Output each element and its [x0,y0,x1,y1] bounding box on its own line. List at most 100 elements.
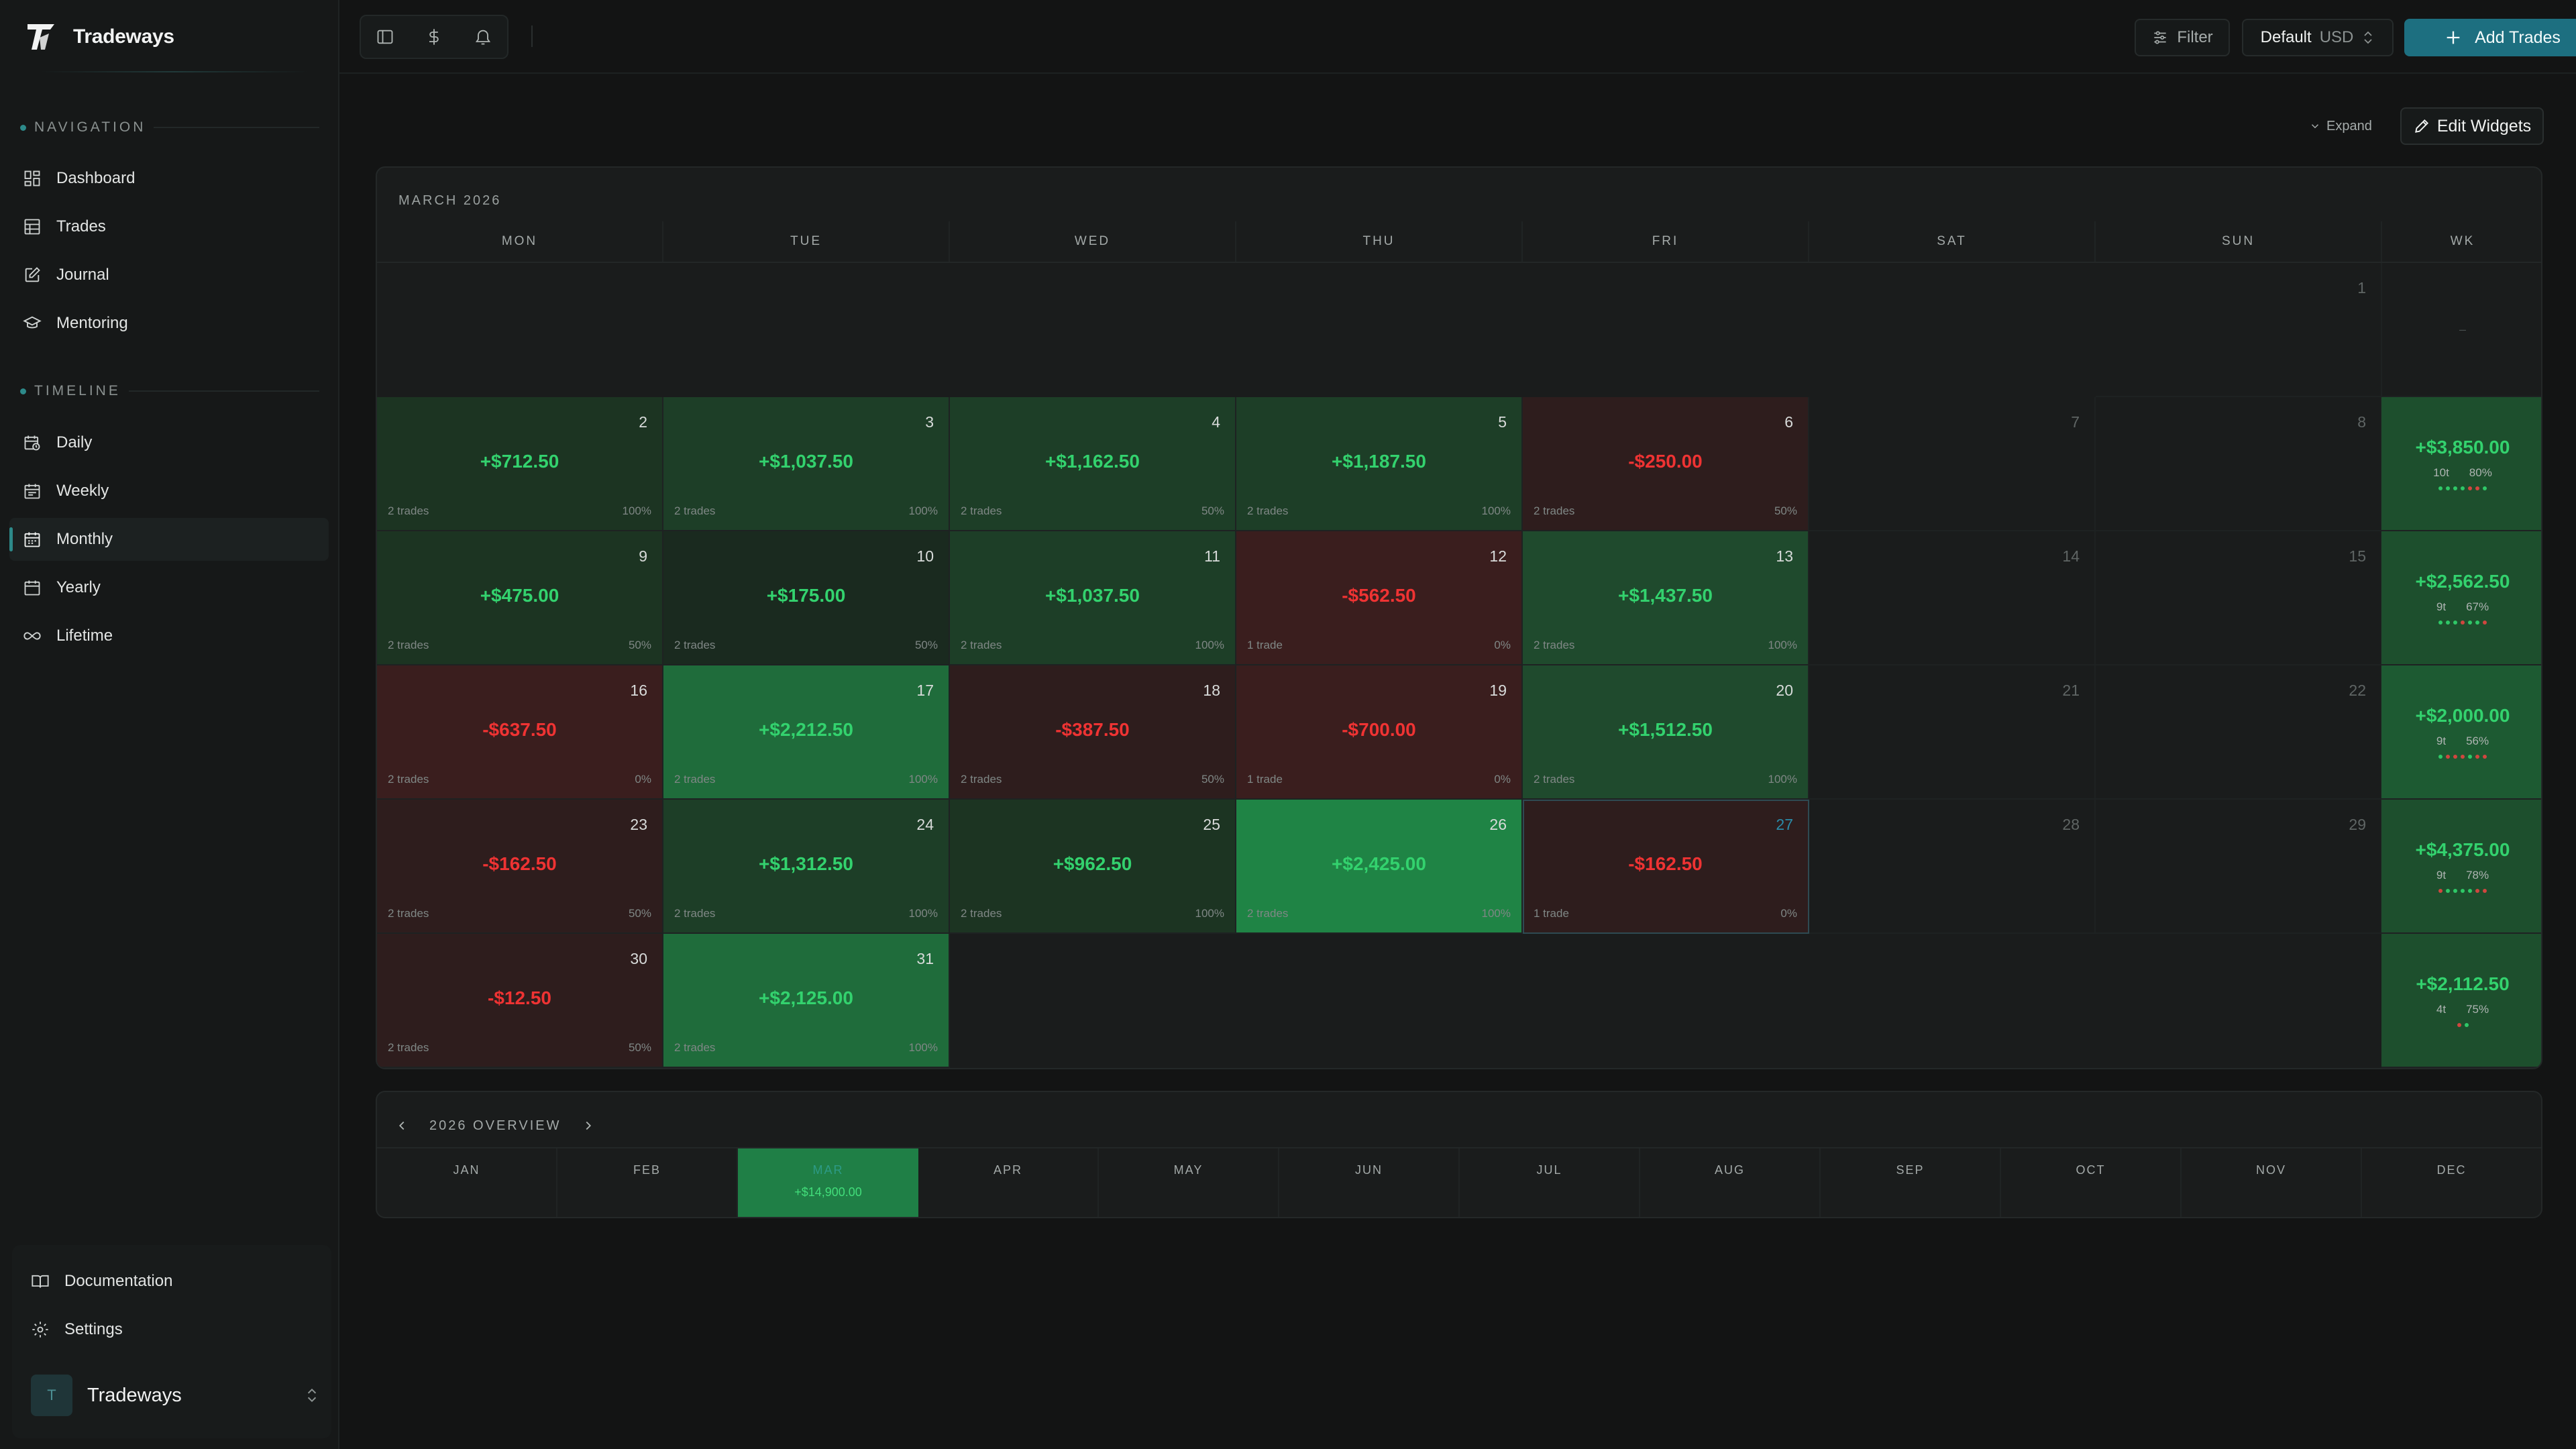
calendar-day-cell[interactable]: 31 +$2,125.00 2 trades 100% [663,934,950,1068]
day-number: 14 [2062,547,2080,565]
toolbar-group [360,15,508,59]
monthly-calendar: MARCH 2026 MON TUE WED THU FRI SAT SUN WK 1 – 2 +$… [376,166,2542,1069]
calendar-day-cell[interactable]: 27 -$162.50 1 trade 0% [1523,800,1809,934]
trade-result-dot [2461,621,2465,625]
calendar-day-cell[interactable]: 19 -$700.00 1 trade 0% [1236,665,1523,800]
calendar-day-cell[interactable]: 11 +$1,037.50 2 trades 100% [950,531,1236,665]
overview-month[interactable]: MAY [1099,1148,1279,1217]
week-summary-cell[interactable]: +$4,375.00 9t 78% [2381,800,2541,934]
account-select[interactable]: Default USD [2242,19,2394,56]
overview-month[interactable]: FEB [557,1148,738,1217]
trade-result-dot [2446,621,2450,625]
week-summary-cell[interactable]: – [2381,263,2541,397]
brand[interactable]: Tradeways [25,20,174,54]
calendar-day-cell[interactable]: 14 [1809,531,2096,665]
add-trades-label: Add Trades [2475,28,2561,47]
sidebar-item-label: Daily [56,433,93,451]
calendar-day-cell[interactable]: 13 +$1,437.50 2 trades 100% [1523,531,1809,665]
overview-month[interactable]: NOV [2182,1148,2362,1217]
sidebar-item-documentation[interactable]: Documentation [31,1263,172,1300]
calendar-day-cell[interactable]: 5 +$1,187.50 2 trades 100% [1236,397,1523,531]
sidebar-item-daily[interactable]: Daily [9,421,329,464]
day-win-rate: 100% [908,1041,938,1054]
calendar-day-cell[interactable]: 22 [2096,665,2382,800]
pencil-icon [2414,119,2428,133]
day-pnl: +$2,425.00 [1332,853,1426,874]
week-win-rate: 75% [2466,1003,2489,1016]
day-pnl: +$1,437.50 [1618,585,1713,606]
calendar-day-cell[interactable]: 8 [2096,397,2382,531]
overview-month[interactable]: SEP [1821,1148,2001,1217]
day-win-rate: 0% [635,773,651,786]
toggle-sidebar-button[interactable] [365,18,405,56]
sidebar-item-settings[interactable]: Settings [31,1311,123,1348]
week-summary-cell[interactable]: +$2,112.50 4t 75% [2381,934,2541,1068]
trade-result-dot [2461,889,2465,893]
table-icon [24,219,40,235]
calendar-day-cell[interactable]: 4 +$1,162.50 2 trades 50% [950,397,1236,531]
expand-label: Expand [2326,118,2372,133]
calendar-day-cell[interactable]: 7 [1809,397,2096,531]
chevron-left-icon[interactable] [394,1118,409,1133]
sidebar-item-weekly[interactable]: Weekly [9,470,329,513]
calendar-day-cell[interactable]: 17 +$2,212.50 2 trades 100% [663,665,950,800]
day-pnl: -$387.50 [1055,719,1130,740]
day-number: 26 [1489,816,1507,833]
currency-button[interactable] [414,18,454,56]
sidebar-item-lifetime[interactable]: Lifetime [9,614,329,657]
calendar-day-cell[interactable]: 21 [1809,665,2096,800]
calendar-day-cell[interactable]: 9 +$475.00 2 trades 50% [377,531,663,665]
calendar-day-cell[interactable]: 29 [2096,800,2382,934]
account-switcher[interactable]: T Tradeways [31,1368,321,1422]
overview-month[interactable]: JUN [1279,1148,1460,1217]
overview-month[interactable]: JAN [377,1148,557,1217]
trade-result-dot [2453,621,2457,625]
overview-month[interactable]: OCT [2001,1148,2182,1217]
calendar-day-cell[interactable]: 23 -$162.50 2 trades 50% [377,800,663,934]
calendar-day-cell[interactable]: 2 +$712.50 2 trades 100% [377,397,663,531]
calendar-day-cell[interactable]: 30 -$12.50 2 trades 50% [377,934,663,1068]
dashboard-icon [24,170,40,186]
week-summary-cell[interactable]: +$2,000.00 9t 56% [2381,665,2541,800]
sidebar-item-yearly[interactable]: Yearly [9,566,329,609]
plus-icon [2447,31,2460,44]
overview-month[interactable]: MAR +$14,900.00 [738,1148,918,1217]
calendar-day-cell[interactable]: 24 +$1,312.50 2 trades 100% [663,800,950,934]
sidebar-item-trades[interactable]: Trades [9,205,329,248]
sidebar-item-mentoring[interactable]: Mentoring [9,302,329,345]
expand-button[interactable]: Expand [2309,115,2372,137]
sidebar-item-label: Weekly [56,482,109,500]
calendar-day-cell[interactable]: 3 +$1,037.50 2 trades 100% [663,397,950,531]
overview-month[interactable]: JUL [1460,1148,1640,1217]
trade-result-dot [2483,889,2487,893]
calendar-day-cell[interactable]: 20 +$1,512.50 2 trades 100% [1523,665,1809,800]
calendar-day-cell[interactable]: 12 -$562.50 1 trade 0% [1236,531,1523,665]
chevron-right-icon[interactable] [581,1118,596,1133]
calendar-day-cell[interactable]: 16 -$637.50 2 trades 0% [377,665,663,800]
calendar-day-cell[interactable]: 28 [1809,800,2096,934]
calendar-day-cell[interactable]: 1 [2096,263,2382,397]
calendar-day-cell[interactable]: 15 [2096,531,2382,665]
filter-button[interactable]: Filter [2135,19,2230,56]
overview-month[interactable]: AUG [1640,1148,1821,1217]
overview-month[interactable]: APR [918,1148,1099,1217]
sidebar-item-monthly[interactable]: Monthly [9,518,329,561]
notifications-button[interactable] [463,18,503,56]
sidebar-item-dashboard[interactable]: Dashboard [9,157,329,200]
sidebar-item-journal[interactable]: Journal [9,254,329,297]
add-trades-button[interactable]: Add Trades [2404,19,2576,56]
day-number: 15 [2349,547,2366,565]
day-number: 29 [2349,816,2366,833]
calendar-day-cell[interactable]: 26 +$2,425.00 2 trades 100% [1236,800,1523,934]
week-summary-cell[interactable]: +$3,850.00 10t 80% [2381,397,2541,531]
day-number: 21 [2062,682,2080,699]
calendar-day-cell[interactable]: 18 -$387.50 2 trades 50% [950,665,1236,800]
calendar-day-cell[interactable]: 25 +$962.50 2 trades 100% [950,800,1236,934]
calendar-day-cell[interactable]: 10 +$175.00 2 trades 50% [663,531,950,665]
week-summary-cell[interactable]: +$2,562.50 9t 67% [2381,531,2541,665]
overview-month[interactable]: DEC [2362,1148,2541,1217]
calendar-day-cell[interactable]: 6 -$250.00 2 trades 50% [1523,397,1809,531]
day-pnl: +$962.50 [1053,853,1132,874]
edit-widgets-button[interactable]: Edit Widgets [2400,107,2544,145]
calendar-icon [24,532,40,547]
